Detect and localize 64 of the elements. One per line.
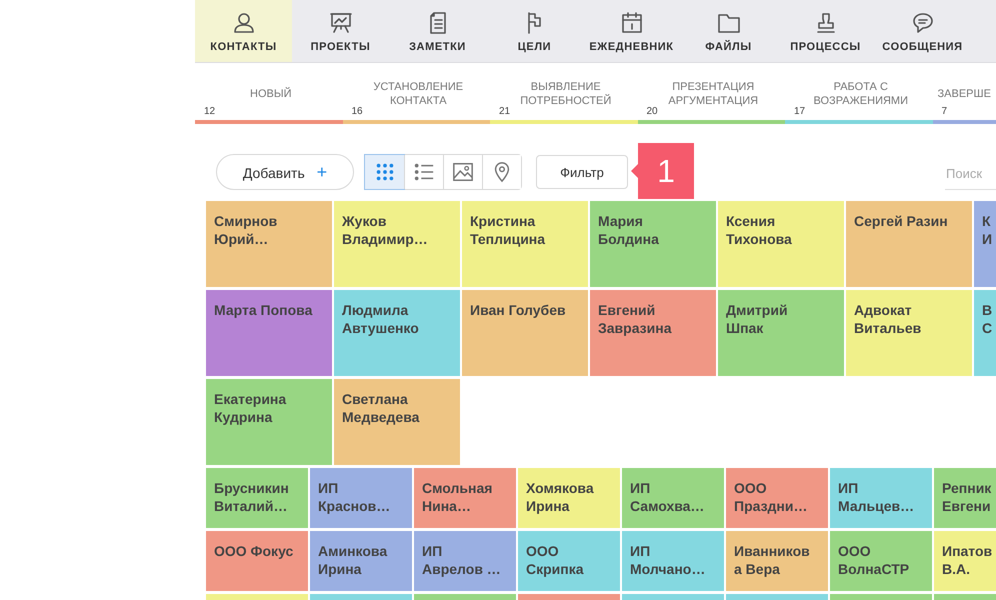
contact-card[interactable]: Ипатов В.А.	[934, 531, 996, 591]
calendar-icon	[620, 11, 644, 35]
nav-tab[interactable]: КОНТАКТЫ	[195, 0, 292, 62]
stage-count: 16	[350, 106, 364, 118]
nav-tab[interactable]: ПРОЦЕССЫ	[777, 0, 874, 62]
contact-card[interactable]: Брусникин Виталий…	[206, 468, 308, 528]
contact-card[interactable]: ООО ВолнаСТР	[830, 531, 932, 591]
stage-label[interactable]: ВЫЯВЛЕНИЕ ПОТРЕБНОСТЕЙ	[490, 80, 638, 108]
stage-label[interactable]: РАБОТА С ВОЗРАЖЕНИЯМИ	[785, 80, 932, 108]
contact-card[interactable]: Иван Голубев	[462, 290, 588, 376]
list-icon	[413, 161, 435, 183]
contact-card[interactable]: Адвокат Витальев	[846, 290, 972, 376]
filter-button[interactable]: Фильтр	[536, 155, 628, 189]
stage-label[interactable]: ПРЕЗЕНТАЦИЯ АРГУМЕНТАЦИЯ	[638, 80, 785, 108]
stage-count: 7	[940, 106, 948, 118]
stage-count: 21	[498, 106, 512, 118]
contact-card[interactable]: К И	[974, 201, 996, 287]
folder-icon	[716, 11, 740, 35]
contact-card[interactable]: ООО Скрипка	[518, 531, 620, 591]
contact-card[interactable]: ИП Аврелов …	[414, 531, 516, 591]
add-button[interactable]: Добавить +	[216, 154, 354, 190]
stage-label[interactable]: УСТАНОВЛЕНИЕ КОНТАКТА	[342, 80, 490, 108]
contact-card[interactable]: Мария Болдина	[590, 201, 716, 287]
contact-card[interactable]: Евгений Завразина	[590, 290, 716, 376]
stage-count: 20	[646, 106, 659, 118]
image-icon	[452, 161, 474, 183]
view-toggle[interactable]	[365, 155, 404, 189]
view-toggle[interactable]	[482, 155, 521, 189]
nav-tab[interactable]: ЦЕЛИ	[486, 0, 583, 62]
contact-card[interactable]: Жуков Владимир…	[334, 201, 460, 287]
contact-card[interactable]: Кристина Теплицина	[462, 201, 588, 287]
contact-card[interactable]: ИП Мальцев…	[830, 468, 932, 528]
contact-card[interactable]: Хомякова Ирина	[518, 468, 620, 528]
stage-count: 12	[203, 106, 216, 118]
contact-card[interactable]: Людмила Автушенко	[334, 290, 460, 376]
count-badge: 1	[631, 143, 694, 199]
contact-card[interactable]: Марта Попова	[206, 290, 332, 376]
nav-tab[interactable]: ЕЖЕДНЕВНИК	[583, 0, 680, 62]
contact-card[interactable]: Светлана Медведева	[334, 379, 460, 465]
nav-tab[interactable]: СООБЩЕНИЯ	[874, 0, 971, 62]
contact-card[interactable]: Сергей Разин	[846, 201, 972, 287]
stage-label[interactable]: НОВЫЙ	[195, 80, 342, 108]
contact-card[interactable]: Ксения Тихонова	[718, 201, 844, 287]
nav-tab[interactable]: ЗАМЕТКИ	[389, 0, 486, 62]
chat-bubble-icon	[910, 11, 934, 35]
contact-card[interactable]: Смирнов Юрий…	[206, 201, 332, 287]
contact-card[interactable]: ООО Фокус	[206, 531, 308, 591]
contact-card[interactable]: ООО Праздни…	[726, 468, 828, 528]
contact-card[interactable]: Дмитрий Шпак	[718, 290, 844, 376]
nav-tab[interactable]: ФАЙЛЫ	[680, 0, 777, 62]
nav-tab[interactable]: ПРОЕКТЫ	[292, 0, 389, 62]
contact-card[interactable]: Смольная Нина…	[414, 468, 516, 528]
contact-card[interactable]: ИП Молчано…	[622, 531, 724, 591]
stage-label[interactable]: ЗАВЕРШЕ	[932, 80, 996, 108]
user-icon	[232, 11, 256, 35]
contact-card[interactable]: В С	[974, 290, 996, 376]
contact-card[interactable]: Иванников а Вера	[726, 531, 828, 591]
contact-card[interactable]: ИП Самохва…	[622, 468, 724, 528]
contact-card[interactable]: ИП Краснов…	[310, 468, 412, 528]
contact-card[interactable]: Екатерина Кудрина	[206, 379, 332, 465]
contact-card[interactable]: Репник Евгени	[934, 468, 996, 528]
stage-count: 17	[793, 106, 806, 118]
contact-card[interactable]: Аминкова Ирина	[310, 531, 412, 591]
presentation-board-icon	[328, 11, 352, 35]
